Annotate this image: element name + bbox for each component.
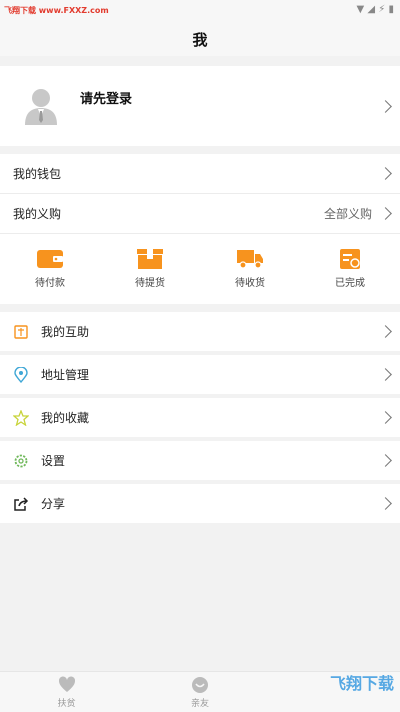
completed-icon — [337, 249, 363, 269]
tab-label: 扶贫 — [57, 698, 76, 709]
menu-label: 我的收藏 — [41, 411, 90, 425]
tab-poverty-relief[interactable]: 扶贫 — [0, 672, 133, 712]
gear-icon — [13, 453, 29, 469]
order-status-bar: 待付款 待提货 待收货 已完成 — [0, 233, 400, 304]
star-icon — [13, 409, 29, 426]
order-completed[interactable]: 已完成 — [300, 234, 400, 304]
package-icon — [137, 249, 163, 269]
chevron-right-icon — [379, 167, 392, 180]
all-purchases-link[interactable]: 全部义购 — [324, 205, 372, 222]
order-pending-delivery[interactable]: 待收货 — [200, 234, 300, 304]
watermark-logo: 飞翔下载 — [329, 674, 394, 693]
mutual-aid-icon — [13, 324, 29, 340]
order-label: 待收货 — [235, 278, 265, 289]
chevron-right-icon — [379, 368, 392, 381]
menu-item-address[interactable]: 地址管理 — [0, 355, 400, 394]
menu-label: 分享 — [41, 497, 66, 511]
purchases-label: 我的义购 — [13, 207, 62, 221]
purchases-row[interactable]: 我的义购 全部义购 — [0, 194, 400, 233]
chevron-right-icon — [379, 411, 392, 424]
system-icons: ▼ ◢ ⚡ ▮ — [356, 4, 394, 15]
menu-item-settings[interactable]: 设置 — [0, 441, 400, 480]
page-title: 我 — [0, 22, 400, 56]
menu-label: 地址管理 — [41, 368, 90, 382]
share-icon — [13, 496, 29, 512]
order-pending-pickup[interactable]: 待提货 — [100, 234, 200, 304]
wallet-row[interactable]: 我的钱包 — [0, 154, 400, 193]
menu-item-share[interactable]: 分享 — [0, 484, 400, 523]
menu-item-mutual-aid[interactable]: 我的互助 — [0, 312, 400, 351]
avatar-icon — [24, 87, 58, 125]
menu-label: 设置 — [41, 454, 66, 468]
status-bar: 飞翔下载 www.FXXZ.com ▼ ◢ ⚡ ▮ — [0, 0, 400, 22]
order-label: 待提货 — [135, 278, 165, 289]
wallet-icon — [37, 249, 63, 269]
chevron-right-icon — [379, 99, 392, 113]
menu-item-favorites[interactable]: 我的收藏 — [0, 398, 400, 437]
order-pending-payment[interactable]: 待付款 — [0, 234, 100, 304]
profile-card[interactable]: 请先登录 — [0, 66, 400, 146]
location-pin-icon — [13, 366, 29, 383]
order-label: 待付款 — [35, 278, 65, 289]
chevron-right-icon — [379, 497, 392, 510]
tab-label: 亲友 — [190, 698, 209, 709]
chevron-right-icon — [379, 207, 392, 220]
heart-icon — [58, 675, 75, 692]
chevron-right-icon — [379, 454, 392, 467]
menu-label: 我的互助 — [41, 325, 90, 339]
truck-icon — [237, 249, 263, 269]
wallet-label: 我的钱包 — [13, 167, 62, 181]
tab-friends[interactable]: 亲友 — [133, 672, 266, 712]
chevron-right-icon — [379, 325, 392, 338]
login-prompt[interactable]: 请先登录 — [80, 88, 132, 107]
friends-icon — [191, 676, 208, 693]
order-label: 已完成 — [335, 278, 365, 289]
watermark-text: 飞翔下载 www.FXXZ.com — [4, 6, 109, 15]
